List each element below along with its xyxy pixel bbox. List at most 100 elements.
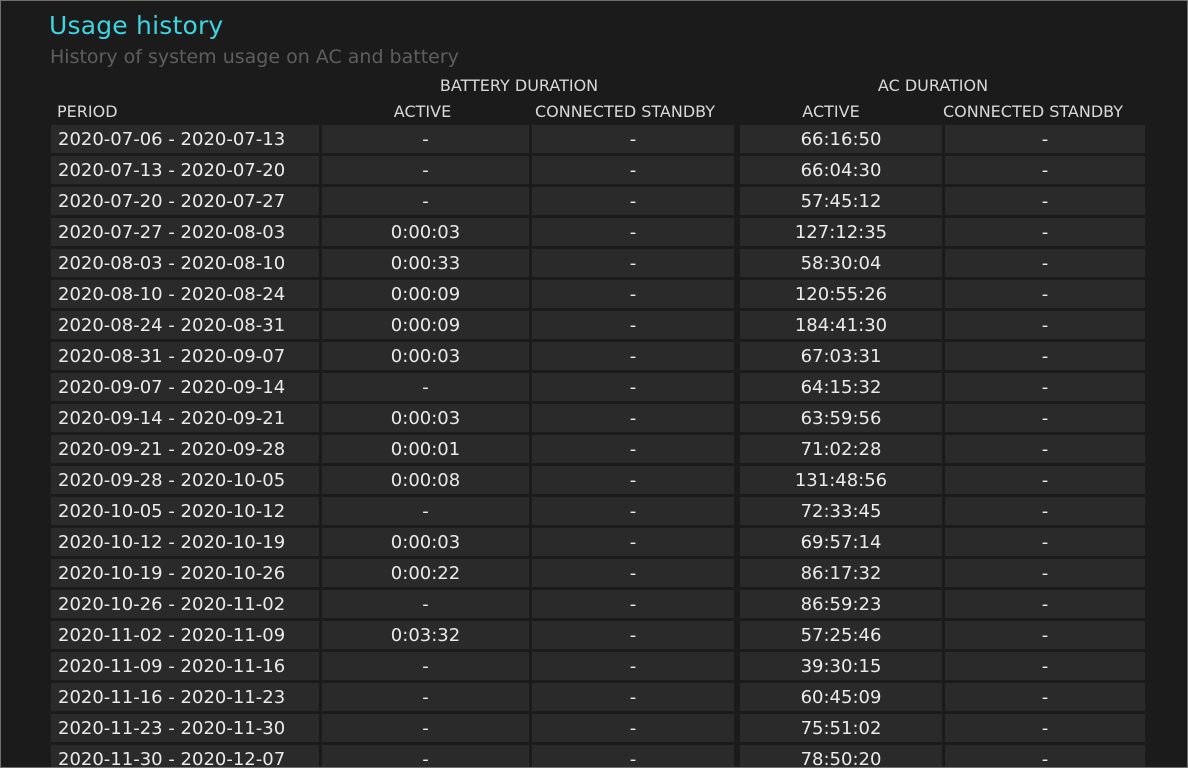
period-cell: 2020-07-06 - 2020-07-13 [51,125,322,156]
ac-active-cell: 57:45:12 [740,187,945,218]
battery-active-cell: 0:00:03 [322,218,532,249]
usage-table-body: 2020-07-06 - 2020-07-13- -66:16:50-2020-0… [51,125,1145,767]
battery-active-cell: - [322,187,532,218]
ac-connected-standby-cell: - [945,249,1145,280]
table-row: 2020-10-05 - 2020-10-12- -72:33:45- [51,497,1145,528]
column-header-battery-connected-standby: CONNECTED STANDBY [534,102,716,121]
battery-active-cell: - [322,652,532,683]
ac-active-cell: 57:25:46 [740,621,945,652]
period-cell: 2020-08-10 - 2020-08-24 [51,280,322,311]
ac-connected-standby-cell: - [945,218,1145,249]
period-cell: 2020-08-24 - 2020-08-31 [51,311,322,342]
table-row: 2020-08-10 - 2020-08-24 0:00:09-120:55:26… [51,280,1145,311]
ac-connected-standby-cell: - [945,435,1145,466]
ac-connected-standby-cell: - [945,497,1145,528]
battery-active-cell: - [322,156,532,187]
battery-active-cell: - [322,373,532,404]
battery-active-cell: 0:00:09 [322,311,532,342]
battery-active-cell: 0:00:01 [322,435,532,466]
ac-connected-standby-cell: - [945,528,1145,559]
ac-active-cell: 127:12:35 [740,218,945,249]
battery-connected-standby-cell: - [532,497,740,528]
usage-history-table: 2020-07-06 - 2020-07-13- -66:16:50-2020-0… [51,125,1145,767]
column-header-ac-active: ACTIVE [802,102,860,121]
battery-connected-standby-cell: - [532,745,740,767]
ac-active-cell: 78:50:20 [740,745,945,767]
ac-active-cell: 64:15:32 [740,373,945,404]
period-cell: 2020-11-30 - 2020-12-07 [51,745,322,767]
period-cell: 2020-11-16 - 2020-11-23 [51,683,322,714]
ac-active-cell: 66:04:30 [740,156,945,187]
battery-active-cell: 0:00:33 [322,249,532,280]
table-row: 2020-11-16 - 2020-11-23- -60:45:09- [51,683,1145,714]
ac-active-cell: 71:02:28 [740,435,945,466]
battery-connected-standby-cell: - [532,435,740,466]
battery-connected-standby-cell: - [532,342,740,373]
ac-connected-standby-cell: - [945,559,1145,590]
ac-connected-standby-cell: - [945,156,1145,187]
battery-active-cell: 0:03:32 [322,621,532,652]
period-cell: 2020-11-09 - 2020-11-16 [51,652,322,683]
table-row: 2020-09-14 - 2020-09-21 0:00:03-63:59:56- [51,404,1145,435]
battery-active-cell: 0:00:03 [322,528,532,559]
ac-connected-standby-cell: - [945,373,1145,404]
battery-active-cell: 0:00:03 [322,404,532,435]
table-row: 2020-07-20 - 2020-07-27- -57:45:12- [51,187,1145,218]
battery-connected-standby-cell: - [532,156,740,187]
period-cell: 2020-10-19 - 2020-10-26 [51,559,322,590]
period-cell: 2020-07-27 - 2020-08-03 [51,218,322,249]
battery-connected-standby-cell: - [532,311,740,342]
battery-connected-standby-cell: - [532,404,740,435]
usage-history-panel: Usage history History of system usage on… [0,0,1188,768]
ac-connected-standby-cell: - [945,652,1145,683]
battery-active-cell: - [322,497,532,528]
period-cell: 2020-10-05 - 2020-10-12 [51,497,322,528]
ac-active-cell: 63:59:56 [740,404,945,435]
battery-connected-standby-cell: - [532,590,740,621]
ac-active-cell: 75:51:02 [740,714,945,745]
battery-connected-standby-cell: - [532,125,740,156]
period-cell: 2020-08-03 - 2020-08-10 [51,249,322,280]
usage-table-container: 2020-07-06 - 2020-07-13- -66:16:50-2020-0… [51,125,1145,767]
column-header-battery-active: ACTIVE [393,102,452,121]
battery-active-cell: - [322,714,532,745]
battery-connected-standby-cell: - [532,249,740,280]
period-cell: 2020-07-20 - 2020-07-27 [51,187,322,218]
ac-active-cell: 86:59:23 [740,590,945,621]
period-cell: 2020-09-21 - 2020-09-28 [51,435,322,466]
ac-connected-standby-cell: - [945,125,1145,156]
table-row: 2020-09-07 - 2020-09-14- -64:15:32- [51,373,1145,404]
ac-active-cell: 39:30:15 [740,652,945,683]
ac-active-cell: 184:41:30 [740,311,945,342]
battery-connected-standby-cell: - [532,218,740,249]
ac-active-cell: 72:33:45 [740,497,945,528]
ac-connected-standby-cell: - [945,280,1145,311]
battery-active-cell: - [322,683,532,714]
ac-connected-standby-cell: - [945,187,1145,218]
period-cell: 2020-10-26 - 2020-11-02 [51,590,322,621]
table-row: 2020-10-26 - 2020-11-02- -86:59:23- [51,590,1145,621]
column-header-period: PERIOD [57,102,118,121]
battery-connected-standby-cell: - [532,683,740,714]
ac-active-cell: 120:55:26 [740,280,945,311]
ac-connected-standby-cell: - [945,714,1145,745]
battery-connected-standby-cell: - [532,280,740,311]
table-row: 2020-07-13 - 2020-07-20- -66:04:30- [51,156,1145,187]
ac-active-cell: 69:57:14 [740,528,945,559]
battery-active-cell: - [322,125,532,156]
table-row: 2020-09-21 - 2020-09-28 0:00:01-71:02:28- [51,435,1145,466]
table-row: 2020-07-27 - 2020-08-03 0:00:03-127:12:35… [51,218,1145,249]
table-row: 2020-10-12 - 2020-10-19 0:00:03-69:57:14- [51,528,1145,559]
battery-connected-standby-cell: - [532,466,740,497]
table-row: 2020-09-28 - 2020-10-05 0:00:08-131:48:56… [51,466,1145,497]
page-subtitle: History of system usage on AC and batter… [50,46,459,68]
ac-connected-standby-cell: - [945,404,1145,435]
column-header-ac-connected-standby: CONNECTED STANDBY [942,102,1124,121]
battery-duration-header: BATTERY DURATION [439,76,599,95]
ac-connected-standby-cell: - [945,342,1145,373]
period-cell: 2020-11-23 - 2020-11-30 [51,714,322,745]
period-cell: 2020-08-31 - 2020-09-07 [51,342,322,373]
table-row: 2020-08-24 - 2020-08-31 0:00:09-184:41:30… [51,311,1145,342]
battery-connected-standby-cell: - [532,373,740,404]
ac-active-cell: 67:03:31 [740,342,945,373]
